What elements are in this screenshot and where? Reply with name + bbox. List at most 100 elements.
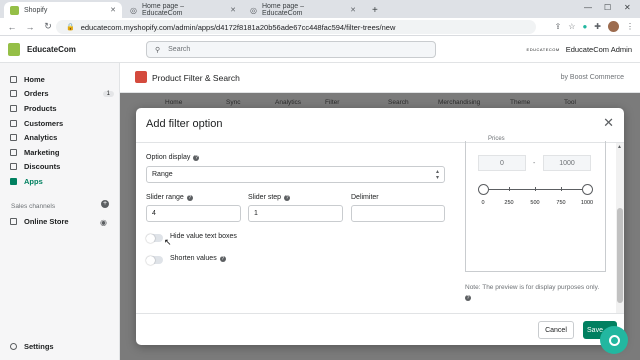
sidebar: Home Orders 1 Products Customers Analytic… bbox=[0, 63, 120, 360]
preview-max-input[interactable]: 1000 bbox=[543, 155, 591, 171]
delimiter-input[interactable] bbox=[351, 205, 445, 222]
close-icon[interactable]: ✕ bbox=[603, 116, 614, 129]
profile-avatar[interactable] bbox=[608, 21, 619, 32]
add-sales-channel-icon[interactable]: + bbox=[101, 200, 109, 208]
select-arrows-icon: ▴ ▾ bbox=[435, 169, 439, 181]
toolbar-icons: ⇪ ☆ ● ✚ ⋮ bbox=[555, 21, 634, 32]
tab-title: Shopify bbox=[24, 6, 48, 14]
sidebar-item-analytics[interactable]: Analytics bbox=[10, 133, 114, 142]
extension-icon[interactable]: ● bbox=[582, 22, 587, 31]
sidebar-item-apps[interactable]: Apps bbox=[10, 177, 114, 186]
store-name: EducateCom bbox=[27, 45, 76, 54]
url-field[interactable]: 🔒 educatecom.myshopify.com/admin/apps/d4… bbox=[56, 20, 536, 34]
slider-range-input[interactable]: 4 bbox=[146, 205, 241, 222]
close-tab-icon[interactable]: ✕ bbox=[350, 6, 356, 14]
maximize-icon[interactable]: ☐ bbox=[604, 3, 611, 12]
scroll-up-icon[interactable]: ▲ bbox=[617, 144, 622, 150]
modal-footer-divider bbox=[136, 313, 624, 314]
slider-tick-label: 750 bbox=[556, 200, 566, 206]
url-text: educatecom.myshopify.com/admin/apps/d417… bbox=[80, 22, 396, 32]
tab-title: Home page – EducateCom bbox=[261, 3, 305, 17]
help-icon[interactable]: ? bbox=[186, 194, 193, 201]
sidebar-item-settings[interactable]: Settings bbox=[10, 342, 114, 351]
close-tab-icon[interactable]: ✕ bbox=[230, 6, 236, 14]
cancel-button[interactable]: Cancel bbox=[538, 321, 574, 339]
sidebar-item-label: Discounts bbox=[24, 162, 61, 171]
eye-icon[interactable]: ◉ bbox=[100, 218, 107, 227]
sidebar-item-marketing[interactable]: Marketing bbox=[10, 148, 114, 157]
close-tab-icon[interactable]: ✕ bbox=[110, 6, 116, 14]
shorten-values-toggle[interactable] bbox=[146, 255, 163, 265]
hide-value-label: Hide value text boxes bbox=[170, 233, 237, 240]
slider-tick bbox=[561, 187, 562, 191]
sidebar-item-label: Products bbox=[24, 104, 57, 113]
sidebar-item-label: Customers bbox=[24, 119, 64, 128]
sidebar-item-home[interactable]: Home bbox=[10, 75, 114, 84]
slider-tick-label: 250 bbox=[504, 200, 514, 206]
share-icon[interactable]: ⇪ bbox=[555, 22, 562, 31]
range-separator: - bbox=[533, 160, 536, 167]
new-tab-button[interactable]: + bbox=[366, 2, 380, 18]
browser-tab-home-1[interactable]: ◎ Home page – EducateCom ✕ bbox=[124, 2, 242, 18]
sidebar-item-label: Online Store bbox=[24, 217, 69, 226]
help-icon[interactable]: ? bbox=[219, 255, 226, 262]
label-text: Delimiter bbox=[351, 194, 379, 201]
slider-tick-label: 0 bbox=[481, 200, 485, 206]
delimiter-label: Delimiter bbox=[351, 194, 379, 201]
app-header: Product Filter & Search by Boost Commerc… bbox=[120, 63, 640, 93]
admin-brand-logo: EDUCATECOM bbox=[526, 47, 560, 52]
search-placeholder: Search bbox=[168, 46, 191, 53]
close-window-icon[interactable]: ✕ bbox=[624, 3, 631, 12]
globe-icon: ◎ bbox=[130, 5, 137, 15]
preview-min-input[interactable]: 0 bbox=[478, 155, 526, 171]
discounts-icon bbox=[10, 163, 17, 170]
label-text: Option display bbox=[146, 154, 191, 161]
sidebar-item-discounts[interactable]: Discounts bbox=[10, 162, 114, 171]
slider-max-handle[interactable] bbox=[582, 184, 593, 195]
help-icon[interactable]: ? bbox=[284, 194, 291, 201]
help-icon[interactable]: ? bbox=[465, 295, 471, 301]
sidebar-item-label: Analytics bbox=[24, 133, 58, 142]
back-icon[interactable]: ← bbox=[6, 22, 18, 32]
tab-title: Home page – EducateCom bbox=[141, 3, 185, 17]
slider-step-label: Slider step ? bbox=[248, 194, 291, 201]
modal-title: Add filter option bbox=[146, 118, 223, 130]
scrollbar-thumb[interactable] bbox=[617, 208, 623, 303]
slider-range-label: Slider range ? bbox=[146, 194, 193, 201]
modal-scrollbar[interactable]: ▲ bbox=[616, 143, 624, 313]
admin-account[interactable]: EDUCATECOM EducateCom Admin bbox=[527, 45, 632, 54]
menu-icon[interactable]: ⋮ bbox=[626, 22, 634, 31]
forward-icon[interactable]: → bbox=[24, 22, 36, 32]
slider-tick-label: 1000 bbox=[580, 200, 594, 206]
star-icon[interactable]: ☆ bbox=[568, 22, 575, 31]
slider-min-handle[interactable] bbox=[478, 184, 489, 195]
app-title: Product Filter & Search bbox=[152, 73, 240, 83]
sidebar-item-orders[interactable]: Orders 1 bbox=[10, 89, 114, 98]
chat-support-button[interactable] bbox=[600, 326, 628, 354]
admin-name: EducateCom Admin bbox=[565, 45, 632, 54]
sidebar-item-label: Settings bbox=[24, 342, 54, 351]
search-input[interactable]: ⚲ Search bbox=[146, 41, 436, 58]
sidebar-item-online-store[interactable]: Online Store bbox=[10, 217, 114, 226]
chat-icon bbox=[608, 334, 620, 346]
lock-icon: 🔒 bbox=[66, 24, 75, 31]
analytics-icon bbox=[10, 134, 17, 141]
app-logo-icon bbox=[135, 71, 147, 83]
sidebar-item-customers[interactable]: Customers bbox=[10, 119, 114, 128]
select-value: Range bbox=[152, 171, 173, 178]
shopify-logo-icon bbox=[8, 43, 20, 56]
browser-tab-home-2[interactable]: ◎ Home page – EducateCom ✕ bbox=[244, 2, 362, 18]
option-display-select[interactable]: Range ▴ ▾ bbox=[146, 166, 445, 183]
address-bar-row: ← → ↻ 🔒 educatecom.myshopify.com/admin/a… bbox=[0, 18, 640, 36]
extensions-icon[interactable]: ✚ bbox=[594, 22, 601, 31]
marketing-icon bbox=[10, 149, 17, 156]
hide-value-toggle[interactable] bbox=[146, 233, 163, 243]
help-icon[interactable]: ? bbox=[193, 154, 200, 161]
browser-tab-shopify[interactable]: Shopify ✕ bbox=[4, 2, 122, 18]
slider-step-input[interactable]: 1 bbox=[248, 205, 343, 222]
reload-icon[interactable]: ↻ bbox=[42, 21, 54, 32]
minimize-icon[interactable]: — bbox=[584, 3, 592, 12]
sidebar-item-products[interactable]: Products bbox=[10, 104, 114, 113]
orders-count-badge: 1 bbox=[102, 90, 114, 97]
customers-icon bbox=[10, 120, 17, 127]
